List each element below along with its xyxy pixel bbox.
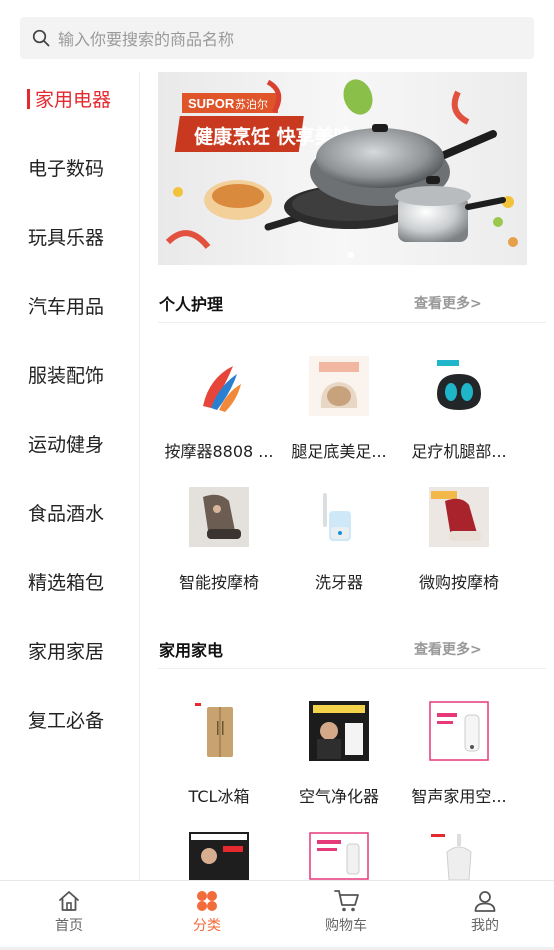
product-image-foot-spa [429,356,489,416]
section-header-personal-care: 个人护理 查看更多> [158,283,546,323]
view-more-link[interactable]: 查看更多> [414,293,482,313]
product-card[interactable]: 洗牙器 [279,487,399,593]
sidebar-item-label: 玩具乐器 [28,226,105,249]
search-placeholder: 输入你要搜索的商品名称 [58,30,235,49]
bottom-tab-bar: 首页 分类 购物车 我的 [0,880,554,950]
banner-image: SUPOR 苏泊尔 健康烹饪 快享美味 [158,72,527,265]
product-card[interactable]: 智能按摩椅 [159,487,279,593]
sidebar-item-label: 电子数码 [28,157,105,180]
promo-banner[interactable]: SUPOR 苏泊尔 健康烹饪 快享美味 [158,72,527,265]
search-icon [32,29,50,47]
section-title: 个人护理 [159,295,224,314]
product-card[interactable] [279,832,399,880]
tab-label: 我的 [471,918,499,934]
product-name: TCL冰箱 [188,787,250,806]
sidebar-item-label: 服装配饰 [28,364,105,387]
product-name: 智能按摩椅 [178,573,259,592]
product-image-water-heater [189,832,249,880]
tab-profile[interactable]: 我的 [416,881,554,947]
product-image-massage-chair [189,487,249,547]
product-card[interactable]: 微购按摩椅 [399,487,519,593]
tab-label: 分类 [193,918,221,934]
product-image-massager [189,356,249,416]
sidebar-item-label: 家用家居 [28,640,105,663]
sidebar-item-label: 复工必备 [28,709,105,732]
product-card[interactable]: 智声家用空... [399,701,519,807]
banner-brand-cn: 苏泊尔 [235,98,268,111]
product-name: 洗牙器 [314,573,363,592]
tab-category[interactable]: 分类 [138,881,276,947]
product-image-purifier-2 [309,832,369,880]
cart-icon [334,890,359,912]
product-card[interactable]: 足疗机腿部... [399,356,519,462]
sidebar-item-appliances[interactable]: 家用电器 [0,74,139,122]
product-card[interactable]: TCL冰箱 [159,701,279,807]
sidebar-item-food[interactable]: 食品酒水 [0,488,139,536]
banner-brand: SUPOR [188,96,235,111]
user-icon [474,891,496,912]
product-image-water-flosser [309,487,369,547]
product-name: 空气净化器 [298,787,379,806]
section-title: 家用家电 [159,641,224,660]
home-icon [59,891,79,911]
sidebar-item-bags[interactable]: 精选箱包 [0,557,139,605]
sidebar-item-label: 食品酒水 [28,502,105,525]
section-header-home-appliances: 家用家电 查看更多> [158,629,546,669]
product-card[interactable]: 按摩器8808 ... [159,356,279,462]
product-card[interactable] [159,832,279,880]
sidebar-item-toys[interactable]: 玩具乐器 [0,212,139,260]
category-sidebar: 家用电器 电子数码 玩具乐器 汽车用品 服装配饰 运动健身 食品酒水 精选箱包 … [0,72,140,880]
sidebar-item-label: 汽车用品 [28,295,105,318]
product-name: 按摩器8808 ... [164,442,274,461]
product-name: 腿足底美足... [291,442,387,461]
product-image-red-massage-chair [429,487,489,547]
product-image-foot-massager [309,356,369,416]
product-image-air-purifier [309,701,369,761]
sidebar-item-digital[interactable]: 电子数码 [0,143,139,191]
tab-cart[interactable]: 购物车 [277,881,415,947]
sidebar-item-label: 运动健身 [28,433,105,456]
product-image-steamer [429,832,489,880]
sidebar-item-apparel[interactable]: 服装配饰 [0,350,139,398]
sidebar-item-sports[interactable]: 运动健身 [0,419,139,467]
view-more-link[interactable]: 查看更多> [414,639,482,659]
product-card[interactable]: 空气净化器 [279,701,399,807]
product-card[interactable]: 腿足底美足... [279,356,399,462]
product-name: 足疗机腿部... [411,442,507,461]
sidebar-item-home[interactable]: 家用家居 [0,626,139,674]
sidebar-item-work[interactable]: 复工必备 [0,695,139,743]
product-image-smart-purifier [429,701,489,761]
product-card[interactable] [399,832,519,880]
tab-label: 购物车 [325,918,367,934]
product-image-fridge [189,701,249,761]
product-name: 微购按摩椅 [418,573,499,592]
category-icon [197,891,217,911]
search-bar[interactable]: 输入你要搜索的商品名称 [20,17,534,59]
sidebar-item-label: 精选箱包 [28,571,105,594]
product-name: 智声家用空... [411,787,507,806]
tab-home[interactable]: 首页 [0,881,138,947]
sidebar-item-label: 家用电器 [35,88,112,111]
tab-label: 首页 [55,918,83,934]
sidebar-item-auto[interactable]: 汽车用品 [0,281,139,329]
